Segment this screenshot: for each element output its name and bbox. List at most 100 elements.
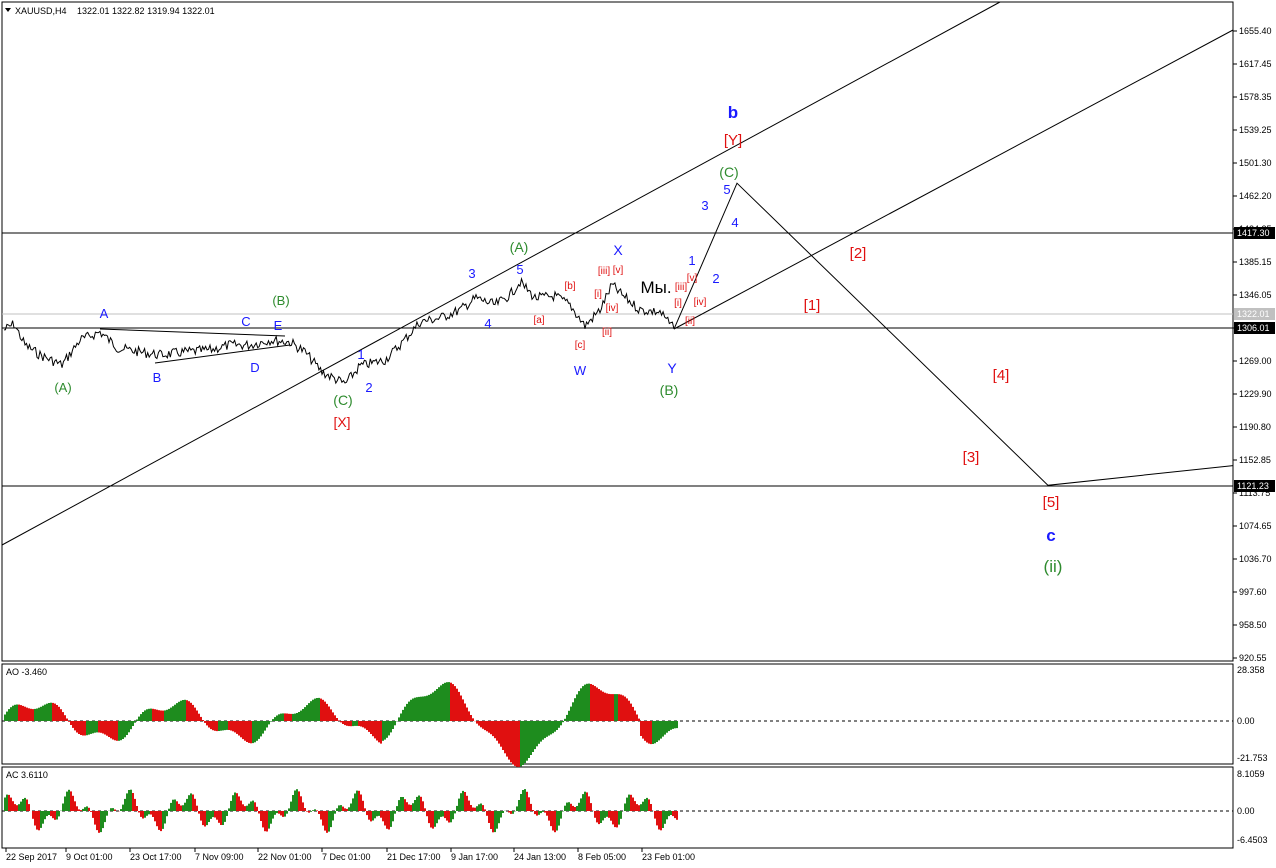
ao-bar bbox=[292, 713, 294, 721]
ac-bar bbox=[372, 811, 374, 821]
ao-bar bbox=[16, 704, 18, 721]
wave-label: 2 bbox=[712, 271, 719, 286]
ao-bar bbox=[340, 721, 342, 723]
ao-bar bbox=[26, 707, 28, 721]
ac-bar bbox=[428, 811, 430, 824]
ac-bar bbox=[146, 811, 148, 816]
ac-bar bbox=[86, 806, 88, 811]
ao-bar bbox=[100, 721, 102, 733]
ao-bar bbox=[216, 721, 218, 732]
ao-bar bbox=[468, 711, 470, 721]
ac-bar bbox=[166, 811, 168, 817]
ao-bar bbox=[462, 699, 464, 721]
ao-bar bbox=[392, 721, 394, 729]
ao-bar bbox=[78, 721, 80, 734]
ac-bar bbox=[230, 800, 232, 811]
ao-bar bbox=[42, 705, 44, 721]
ao-bar bbox=[204, 721, 206, 723]
ac-bar bbox=[42, 811, 44, 824]
ao-bar bbox=[578, 691, 580, 721]
ao-bar bbox=[270, 721, 272, 722]
ao-bar bbox=[106, 721, 108, 736]
ac-bar bbox=[626, 797, 628, 811]
ao-bar bbox=[290, 713, 292, 721]
ac-bar bbox=[288, 808, 290, 811]
ac-bar bbox=[296, 789, 298, 811]
ao-bar bbox=[628, 700, 630, 721]
ao-bar bbox=[186, 700, 188, 721]
wave-label: [ii] bbox=[685, 316, 695, 327]
ac-bar bbox=[408, 804, 410, 811]
ao-bar bbox=[482, 721, 484, 729]
wave-label: (A) bbox=[510, 239, 529, 255]
ac-bar bbox=[386, 811, 388, 829]
ac-bar bbox=[578, 802, 580, 811]
ao-bar bbox=[68, 721, 70, 722]
ao-bar bbox=[648, 721, 650, 744]
ao-bar bbox=[384, 721, 386, 740]
ao-bar bbox=[408, 701, 410, 721]
ac-bar bbox=[476, 806, 478, 811]
ao-bar bbox=[150, 708, 152, 721]
ac-bar bbox=[584, 791, 586, 811]
time-tick-label: 7 Dec 01:00 bbox=[322, 852, 371, 862]
ac-bar bbox=[440, 811, 442, 817]
ac-bar bbox=[558, 811, 560, 826]
ac-bar bbox=[72, 795, 74, 811]
ao-bar bbox=[266, 721, 268, 728]
ac-bar bbox=[292, 795, 294, 811]
ac-bar bbox=[352, 798, 354, 811]
ao-bar bbox=[560, 721, 562, 726]
ac-bar bbox=[446, 811, 448, 821]
ao-bar bbox=[568, 710, 570, 721]
ao-bar bbox=[548, 721, 550, 736]
ao-bar bbox=[472, 718, 474, 721]
ao-bar bbox=[388, 721, 390, 736]
wave-label: D bbox=[250, 360, 259, 375]
ao-bar bbox=[256, 721, 258, 741]
ac-bar bbox=[278, 811, 280, 814]
ao-bar bbox=[324, 701, 326, 721]
ac-bar bbox=[634, 801, 636, 811]
ao-bar bbox=[558, 721, 560, 728]
price-level-label: 1322.01 bbox=[1237, 309, 1270, 319]
ac-bar bbox=[100, 811, 102, 833]
ao-bar bbox=[50, 702, 52, 721]
ac-bar bbox=[300, 796, 302, 811]
ac-bar bbox=[620, 811, 622, 819]
ac-bar bbox=[378, 811, 380, 816]
ac-bar bbox=[326, 811, 328, 833]
wave-label: [iii] bbox=[675, 282, 687, 293]
ac-bar bbox=[232, 795, 234, 811]
ac-bar bbox=[32, 811, 34, 819]
ao-bar bbox=[476, 721, 478, 724]
ac-bar bbox=[62, 803, 64, 811]
ac-bar bbox=[178, 803, 180, 811]
ao-bar bbox=[580, 688, 582, 721]
ao-bar bbox=[58, 706, 60, 721]
ao-bar bbox=[90, 721, 92, 734]
ac-bar bbox=[158, 811, 160, 830]
price-chart[interactable]: XAUUSD,H4 1322.01 1322.82 1319.94 1322.0… bbox=[0, 0, 1276, 868]
ac-bar bbox=[260, 811, 262, 821]
time-tick-label: 22 Nov 01:00 bbox=[258, 852, 312, 862]
ao-bar bbox=[674, 721, 676, 729]
ao-bar bbox=[526, 721, 528, 761]
ao-bar bbox=[360, 721, 362, 727]
wave-label: (B) bbox=[272, 293, 289, 308]
ac-bar bbox=[282, 811, 284, 817]
ao-bar bbox=[368, 721, 370, 732]
ac-bar bbox=[164, 811, 166, 824]
ao-bar bbox=[230, 721, 232, 731]
ao-bar bbox=[54, 703, 56, 721]
ao-bar bbox=[638, 718, 640, 721]
ac-bar bbox=[468, 800, 470, 811]
ac-bar bbox=[214, 811, 216, 818]
ao-bar bbox=[420, 696, 422, 721]
ao-bar bbox=[144, 710, 146, 721]
time-tick-label: 9 Jan 17:00 bbox=[451, 852, 498, 862]
ac-bar bbox=[666, 811, 668, 820]
ao-bar bbox=[590, 684, 592, 721]
ac-bar bbox=[594, 811, 596, 818]
ao-bar bbox=[250, 721, 252, 744]
